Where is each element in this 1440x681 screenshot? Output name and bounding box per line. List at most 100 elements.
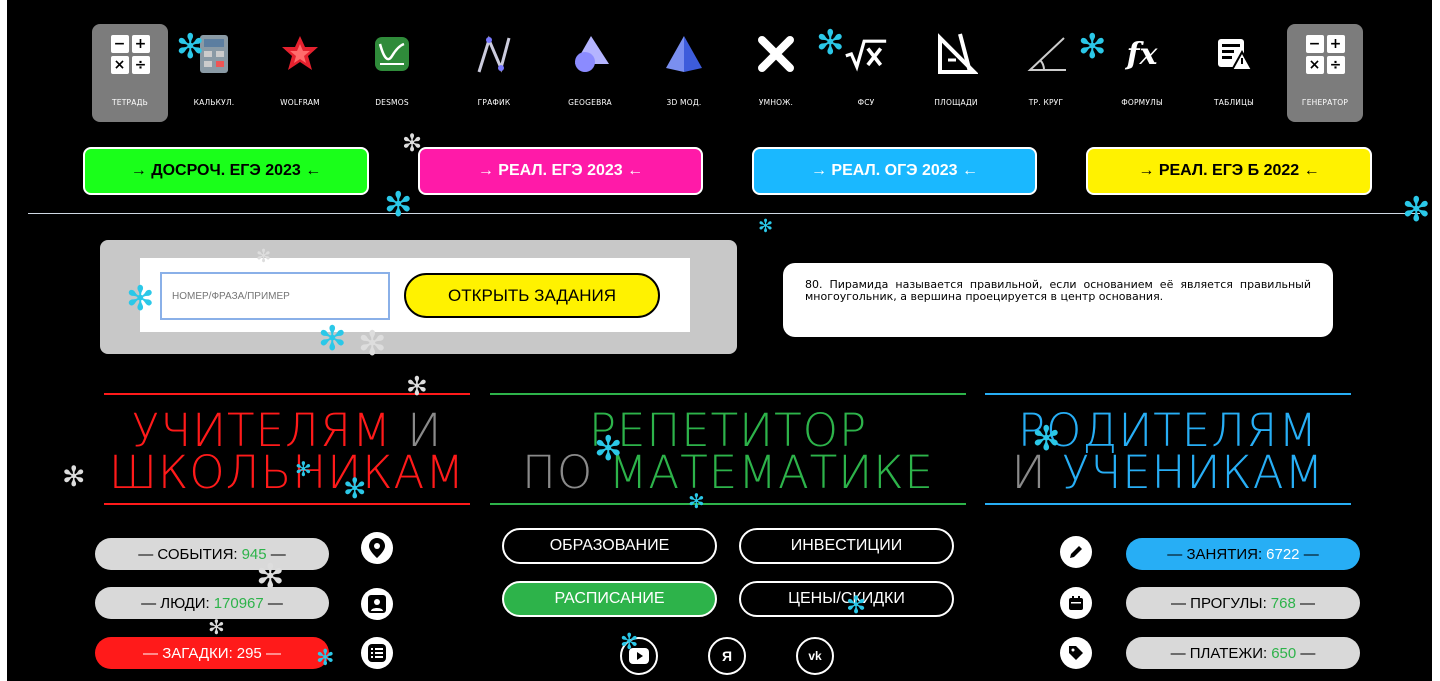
left-border [0,0,7,681]
pencil-icon[interactable] [1060,536,1092,568]
tool-label: ПЛОЩАДИ [934,98,978,107]
stat-value: 170967 [213,594,264,612]
snowflake-icon: ✻ [758,216,774,237]
stat-tail: — [267,594,283,612]
calculator-grid-icon: − + × ÷ [1303,32,1347,76]
graph-icon [472,32,516,76]
snowflake-icon: ✻ [620,630,639,655]
snowflake-icon: ✻ [176,27,205,67]
table-warning-icon [1212,32,1256,76]
snowflake-icon: ✻ [402,129,423,157]
absences-stat[interactable]: — ПРОГУЛЫ: 768 — [1126,587,1360,619]
tool-label: DESMOS [375,98,409,107]
calendar-icon[interactable] [1060,587,1092,619]
tool-wolfram[interactable]: WOLFRAM [262,24,338,122]
section-title-line2: ПО МАТЕМАТИКЕ [522,446,934,499]
exam-real-ege-2023-button[interactable]: → РЕАЛ. ЕГЭ 2023 ← [418,147,703,195]
yandex-icon[interactable]: Я [708,637,746,675]
tool-3d-model[interactable]: 3D МОД. [646,24,722,122]
tool-graph[interactable]: ГРАФИК [456,24,532,122]
vk-icon[interactable]: vk [796,637,834,675]
pyramid-icon [662,32,706,76]
stat-label: — СОБЫТИЯ: [138,545,238,563]
calculator-grid-icon: − + × ÷ [108,32,152,76]
snowflake-icon: ✻ [126,279,155,319]
events-stat[interactable]: — СОБЫТИЯ: 945 — [95,538,329,570]
snowflake-icon: ✻ [406,372,428,402]
stat-tail: — [1299,594,1315,612]
tool-areas[interactable]: ПЛОЩАДИ [918,24,994,122]
list-icon[interactable] [361,637,393,669]
section-title-line2: ШКОЛЬНИКАМ [108,446,466,499]
stat-label: — ПЛАТЕЖИ: [1170,644,1268,662]
tool-generator[interactable]: − + × ÷ ГЕНЕРАТОР [1287,24,1363,122]
set-square-icon [934,32,978,76]
snowflake-icon: ✻ [318,319,347,359]
stat-label: — ПРОГУЛЫ: [1171,594,1267,612]
location-icon[interactable] [361,532,393,564]
section-teachers[interactable]: УЧИТЕЛЯМ И ШКОЛЬНИКАМ [104,393,470,505]
snowflake-icon: ✻ [358,324,387,364]
stat-tail: — [265,644,281,662]
section-rule [985,503,1351,505]
tool-label: ГРАФИК [477,98,511,107]
tool-trig-circle[interactable]: ТР. КРУГ [1008,24,1084,122]
search-input[interactable] [160,272,390,320]
tool-multiplication[interactable]: УМНОЖ. [738,24,814,122]
stat-value: 295 [236,644,262,662]
snowflake-icon: ✻ [1032,419,1061,459]
open-tasks-button[interactable]: ОТКРЫТЬ ЗАДАНИЯ [404,273,660,318]
fact-card: 80. Пирамида называется правильной, если… [783,263,1333,337]
stat-label: — ЛЮДИ: [141,594,210,612]
snowflake-icon: ✻ [256,246,272,267]
wolfram-icon [278,32,322,76]
tool-tables[interactable]: ТАБЛИЦЫ [1196,24,1272,122]
snowflake-icon: ✻ [594,429,623,469]
stat-label: — ЗАГАДКИ: [143,644,233,662]
section-rule [985,393,1351,395]
tool-label: ФОРМУЛЫ [1121,98,1163,107]
snowflake-icon: ✻ [208,615,225,639]
snowflake-icon: ✻ [256,557,285,597]
stat-label: — ЗАНЯТИЯ: [1167,545,1263,563]
stat-value: 650 [1271,644,1297,662]
snowflake-icon: ✻ [1078,27,1107,67]
payments-stat[interactable]: — ПЛАТЕЖИ: 650 — [1126,637,1360,669]
lessons-stat[interactable]: — ЗАНЯТИЯ: 6722 — [1126,538,1360,570]
fx-icon: fx [1126,36,1158,72]
exam-real-oge-2023-button[interactable]: → РЕАЛ. ОГЭ 2023 ← [752,147,1037,195]
snowflake-icon: ✻ [816,23,845,63]
divider [28,213,1420,214]
tool-label: ТЕТРАДЬ [112,98,148,107]
section-rule [490,393,966,395]
tool-label: WOLFRAM [280,98,320,107]
stat-value: 6722 [1266,545,1300,563]
tag-icon[interactable] [1060,637,1092,669]
exam-real-ege-b-2022-button[interactable]: → РЕАЛ. ЕГЭ Б 2022 ← [1086,147,1372,195]
investments-button[interactable]: ИНВЕСТИЦИИ [739,528,954,564]
section-rule [490,503,966,505]
contact-icon[interactable] [361,588,393,620]
education-button[interactable]: ОБРАЗОВАНИЕ [502,528,717,564]
tool-label: GEOGEBRA [568,98,612,107]
snowflake-icon: ✻ [688,489,705,513]
tool-notebook[interactable]: − + × ÷ ТЕТРАДЬ [92,24,168,122]
schedule-button[interactable]: РАСПИСАНИЕ [502,581,717,617]
snowflake-icon: ✻ [62,460,86,493]
tool-desmos[interactable]: DESMOS [354,24,430,122]
tool-label: ФСУ [857,98,875,107]
geogebra-icon [568,32,612,76]
tool-label: КАЛЬКУЛ. [193,98,235,107]
tool-label: УМНОЖ. [758,98,794,107]
snowflake-icon: ✻ [343,472,367,505]
snowflake-icon: ✻ [1402,190,1431,230]
tool-label: 3D МОД. [666,98,702,107]
exam-early-ege-2023-button[interactable]: → ДОСРОЧ. ЕГЭ 2023 ← [83,147,369,195]
tool-geogebra[interactable]: GEOGEBRA [552,24,628,122]
tool-formulas[interactable]: fx ФОРМУЛЫ [1104,24,1180,122]
section-tutor[interactable]: РЕПЕТИТОР ПО МАТЕМАТИКЕ [490,393,966,505]
desmos-icon [370,32,414,76]
stat-tail: — [1303,545,1319,563]
snowflake-icon: ✻ [846,591,867,619]
angle-icon [1024,32,1068,76]
